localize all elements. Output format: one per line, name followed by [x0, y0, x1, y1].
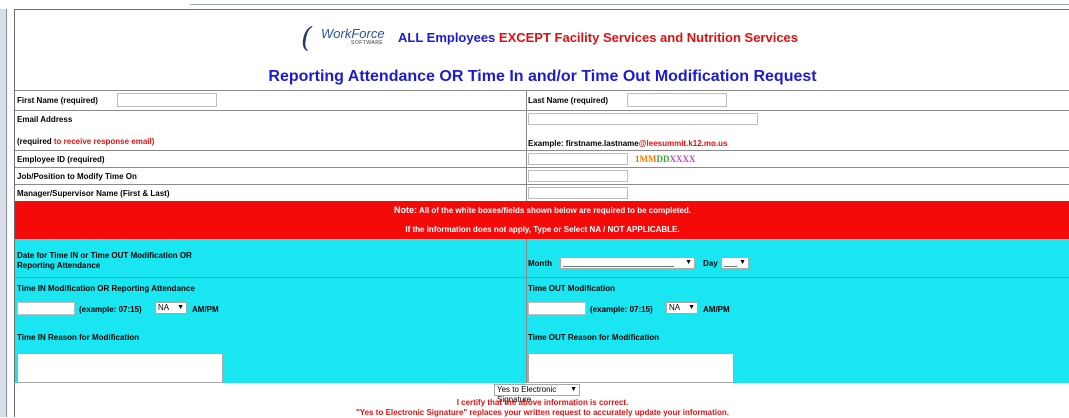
day-select[interactable]: ___ ▼	[721, 257, 749, 269]
month-select-value: _________________________	[563, 258, 675, 267]
request-form: ( WorkForce SOFTWARE ALL Employees EXCEP…	[14, 9, 1069, 418]
job-row: Job/Position to Modify Time On	[15, 167, 1069, 184]
time-out-ampm-select[interactable]: NA ▼	[666, 302, 698, 314]
column-divider	[526, 185, 527, 201]
column-divider	[526, 111, 527, 150]
manager-row: Manager/Supervisor Name (First & Last)	[15, 184, 1069, 201]
employee-id-format-hint: 1MMDDXXXX	[635, 154, 696, 164]
last-name-input[interactable]	[627, 93, 727, 107]
date-label-line-1: Date for Time IN or Time OUT Modificatio…	[17, 251, 192, 260]
first-name-label: First Name (required)	[17, 96, 98, 105]
time-in-ampm-value: NA	[158, 303, 170, 312]
time-out-reason-label: Time OUT Reason for Modification	[528, 333, 659, 342]
electronic-signature-select[interactable]: Yes to Electronic Signature ▼	[494, 384, 580, 404]
audience-exception: EXCEPT Facility Services and Nutrition S…	[498, 30, 799, 45]
employee-id-row: Employee ID (required) 1MMDDXXXX	[15, 150, 1069, 167]
audience-line: ALL Employees EXCEPT Facility Services a…	[398, 30, 798, 45]
manager-input[interactable]	[528, 187, 628, 199]
workforce-logo-icon: ( WorkForce SOFTWARE	[301, 21, 393, 54]
eid-format-month: MM	[639, 154, 657, 164]
time-in-label: Time IN Modification OR Reporting Attend…	[17, 284, 195, 293]
certify-statement: I certify that the above information is …	[456, 398, 629, 407]
time-in-input[interactable]	[17, 302, 75, 315]
caret-down-icon: ▼	[177, 304, 184, 311]
time-in-example: (example: 07:15)	[79, 305, 142, 314]
caret-down-icon: ▼	[739, 259, 746, 266]
last-name-label: Last Name (required)	[528, 96, 609, 105]
eid-format-day: DD	[656, 154, 670, 164]
caret-down-icon: ▼	[688, 304, 695, 311]
note-line-1: Note: All of the white boxes/fields show…	[15, 205, 1069, 215]
caret-down-icon: ▼	[570, 386, 577, 393]
time-in-reason-textarea[interactable]	[17, 353, 223, 383]
column-divider	[526, 239, 527, 383]
logo-subtitle: SOFTWARE	[351, 40, 384, 46]
email-example-prefix: Example: firstname.lastname	[528, 139, 639, 148]
section-divider	[15, 277, 1069, 278]
form-header: ( WorkForce SOFTWARE ALL Employees EXCEP…	[15, 10, 1069, 90]
manager-label: Manager/Supervisor Name (First & Last)	[17, 189, 170, 198]
employee-id-label: Employee ID (required)	[17, 155, 105, 164]
time-out-label: Time OUT Modification	[528, 284, 615, 293]
audience-prefix: ALL Employees	[398, 30, 499, 45]
left-frame-stripe	[0, 9, 7, 417]
email-required-prefix: (required	[17, 137, 52, 146]
note-word: Note:	[394, 205, 418, 215]
email-input[interactable]	[528, 113, 758, 125]
time-in-ampm-select[interactable]: NA ▼	[155, 302, 187, 314]
window-top-bar	[0, 0, 1069, 9]
note-line-1-text: All of the white boxes/fields shown belo…	[417, 206, 691, 215]
note-banner: Note: All of the white boxes/fields show…	[15, 201, 1069, 239]
email-example-domain: @leesummit.k12.mo.us	[638, 139, 728, 148]
time-in-reason-label: Time IN Reason for Modification	[17, 333, 140, 342]
day-select-value: ___	[724, 258, 738, 267]
email-label: Email Address	[17, 115, 73, 124]
page-title: Reporting Attendance OR Time In and/or T…	[268, 68, 817, 85]
column-divider	[526, 91, 527, 110]
column-divider	[526, 168, 527, 184]
month-select[interactable]: _________________________ ▼	[560, 257, 695, 269]
email-example: Example: firstname.lastname@leesummit.k1…	[528, 139, 727, 148]
logo-brand: WorkForce	[321, 26, 385, 41]
signature-disclaimer: "Yes to Electronic Signature" replaces y…	[355, 408, 729, 417]
email-required-suffix: to receive response email)	[51, 137, 155, 146]
name-row: First Name (required) Last Name (require…	[15, 90, 1069, 110]
time-out-reason-textarea[interactable]	[528, 353, 734, 383]
time-in-ampm-label: AM/PM	[192, 305, 219, 314]
note-line-2: If the information does not apply, Type …	[405, 225, 680, 234]
time-out-ampm-label: AM/PM	[703, 305, 730, 314]
caret-down-icon: ▼	[685, 259, 692, 266]
date-label-line-2: Reporting Attendance	[17, 261, 101, 270]
top-divider	[190, 4, 1069, 5]
email-required-note: (required to receive response email)	[17, 137, 154, 146]
time-out-ampm-value: NA	[669, 303, 681, 312]
job-label: Job/Position to Modify Time On	[17, 172, 137, 181]
column-divider	[526, 151, 527, 167]
eid-format-seq: XXXX	[669, 154, 696, 164]
email-row: Email Address (required to receive respo…	[15, 110, 1069, 150]
employee-id-input[interactable]	[528, 153, 628, 165]
time-modification-section: Date for Time IN or Time OUT Modificatio…	[15, 239, 1069, 383]
month-label: Month	[528, 259, 552, 268]
time-out-input[interactable]	[528, 302, 586, 315]
logo-swoosh: (	[301, 21, 312, 54]
signature-section: Yes to Electronic Signature ▼ I certify t…	[15, 383, 1069, 418]
first-name-input[interactable]	[117, 93, 217, 107]
time-out-example: (example: 07:15)	[590, 305, 653, 314]
job-input[interactable]	[528, 170, 628, 182]
day-label: Day	[703, 259, 718, 268]
